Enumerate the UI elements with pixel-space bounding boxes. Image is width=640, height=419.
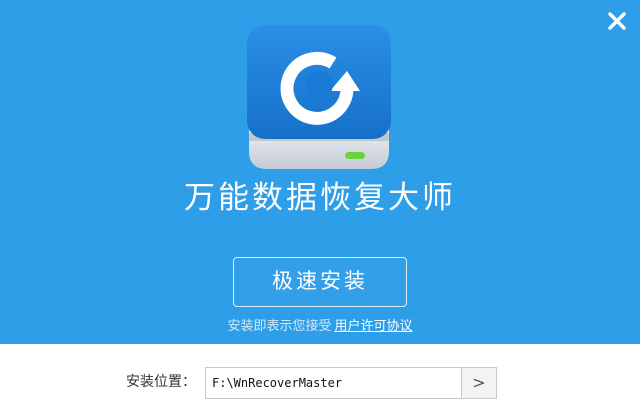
installer-window: 万能数据恢复大师 极速安装 安装即表示您接受用户许可协议 安装位置： > <box>0 0 640 419</box>
app-logo-icon <box>247 25 391 169</box>
license-agreement-link[interactable]: 用户许可协议 <box>335 319 413 334</box>
product-title: 万能数据恢复大师 <box>184 180 456 216</box>
install-location-label: 安装位置： <box>126 374 196 390</box>
agreement-text: 安装即表示您接受 <box>227 319 332 334</box>
install-path-input[interactable] <box>205 367 462 399</box>
browse-folder-button[interactable]: > <box>461 367 497 399</box>
app-logo <box>247 25 391 171</box>
hero-panel: 万能数据恢复大师 极速安装 安装即表示您接受 用户许可协议 <box>0 0 640 344</box>
license-agreement: 安装即表示您接受 用户许可协议 <box>0 318 640 336</box>
quick-install-button[interactable]: 极速安装 <box>233 257 407 307</box>
close-button[interactable] <box>604 8 630 34</box>
close-icon <box>608 12 626 30</box>
